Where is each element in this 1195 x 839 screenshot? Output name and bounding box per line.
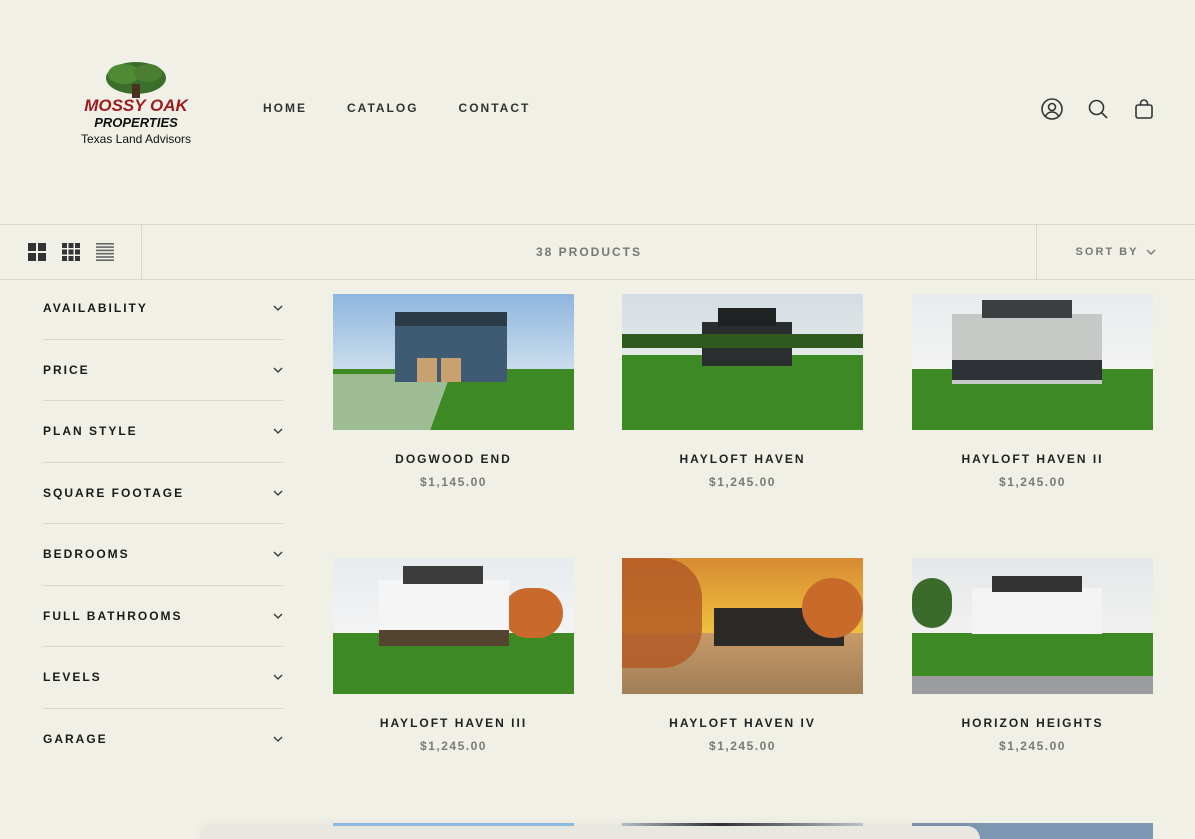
search-icon[interactable]	[1086, 97, 1110, 121]
product-title[interactable]: HAYLOFT HAVEN IV	[622, 716, 863, 730]
product-price: $1,245.00	[420, 739, 487, 753]
product-image[interactable]	[333, 294, 574, 430]
product-price: $1,245.00	[709, 739, 776, 753]
filter-label: BEDROOMS	[43, 547, 130, 562]
filter-price[interactable]: PRICE	[43, 340, 283, 401]
chevron-down-icon	[1146, 249, 1156, 255]
nav-home[interactable]: HOME	[263, 101, 307, 115]
filter-label: SQUARE FOOTAGE	[43, 485, 185, 500]
product-image[interactable]	[912, 558, 1153, 694]
product-title[interactable]: DOGWOOD END	[333, 452, 574, 466]
product-price: $1,145.00	[420, 475, 487, 489]
filter-square-footage[interactable]: SQUARE FOOTAGE	[43, 463, 283, 524]
chevron-down-icon	[273, 490, 283, 496]
chevron-down-icon	[273, 674, 283, 681]
filter-label: LEVELS	[43, 670, 102, 685]
filter-garage[interactable]: GARAGE	[43, 709, 283, 771]
filter-label: AVAILABILITY	[43, 301, 148, 316]
product-card[interactable]: HORIZON HEIGHTS $1,245.00	[912, 558, 1153, 753]
product-title[interactable]: HORIZON HEIGHTS	[912, 716, 1153, 730]
chevron-down-icon	[273, 613, 283, 619]
header-icons	[1040, 97, 1156, 121]
product-price: $1,245.00	[999, 739, 1066, 753]
main-nav: HOME CATALOG CONTACT	[263, 101, 530, 115]
logo-line-3: Texas Land Advisors	[80, 132, 192, 146]
filter-bedrooms[interactable]: BEDROOMS	[43, 524, 283, 586]
filter-levels[interactable]: LEVELS	[43, 647, 283, 709]
logo-line-1: MOSSY OAK	[84, 96, 188, 115]
product-count: 38 PRODUCTS	[535, 245, 643, 259]
list-view-icon[interactable]	[95, 243, 114, 261]
filter-plan-style[interactable]: PLAN STYLE	[43, 401, 283, 463]
product-card[interactable]: HAYLOFT HAVEN II $1,245.00	[912, 294, 1153, 489]
chevron-down-icon	[273, 551, 283, 558]
product-image[interactable]	[622, 558, 863, 694]
filter-label: PRICE	[43, 362, 90, 377]
product-title[interactable]: HAYLOFT HAVEN II	[912, 452, 1153, 466]
product-price: $1,245.00	[999, 475, 1066, 489]
site-logo[interactable]: MOSSY OAK PROPERTIES Texas Land Advisors	[62, 60, 210, 156]
product-title[interactable]: HAYLOFT HAVEN	[622, 452, 863, 466]
cart-icon[interactable]	[1132, 97, 1156, 121]
sort-by-button[interactable]: SORT BY	[1036, 225, 1195, 279]
filter-label: FULL BATHROOMS	[43, 608, 183, 623]
filter-availability[interactable]: AVAILABILITY	[43, 278, 283, 340]
product-card[interactable]: HAYLOFT HAVEN $1,245.00	[622, 294, 863, 489]
product-card[interactable]: DOGWOOD END $1,145.00	[333, 294, 574, 489]
product-title[interactable]: HAYLOFT HAVEN III	[333, 716, 574, 730]
chevron-down-icon	[273, 367, 283, 373]
product-image[interactable]	[912, 294, 1153, 430]
oak-tree-icon	[106, 62, 166, 98]
nav-catalog[interactable]: CATALOG	[347, 101, 419, 115]
product-image[interactable]	[622, 294, 863, 430]
account-icon[interactable]	[1040, 97, 1064, 121]
grid-3-icon[interactable]	[61, 243, 80, 261]
logo-line-2: PROPERTIES	[94, 115, 178, 130]
chevron-down-icon	[273, 428, 283, 435]
filter-label: PLAN STYLE	[43, 424, 138, 439]
collection-toolbar: 38 PRODUCTS SORT BY	[0, 224, 1195, 280]
chevron-down-icon	[273, 305, 283, 312]
filter-label: GARAGE	[43, 732, 108, 747]
filter-full-bathrooms[interactable]: FULL BATHROOMS	[43, 586, 283, 647]
chevron-down-icon	[273, 736, 283, 743]
product-price: $1,245.00	[709, 475, 776, 489]
layout-switcher	[0, 225, 142, 279]
product-card[interactable]: HAYLOFT HAVEN III $1,245.00	[333, 558, 574, 753]
filter-sidebar: AVAILABILITY PRICE PLAN STYLE SQUARE FOO…	[43, 278, 283, 770]
nav-contact[interactable]: CONTACT	[459, 101, 531, 115]
product-card[interactable]: HAYLOFT HAVEN IV $1,245.00	[622, 558, 863, 753]
bottom-popup-edge	[200, 826, 980, 839]
product-image[interactable]	[333, 558, 574, 694]
site-header: MOSSY OAK PROPERTIES Texas Land Advisors…	[0, 0, 1195, 224]
grid-2-icon[interactable]	[27, 243, 46, 261]
sort-label: SORT BY	[1075, 246, 1139, 258]
